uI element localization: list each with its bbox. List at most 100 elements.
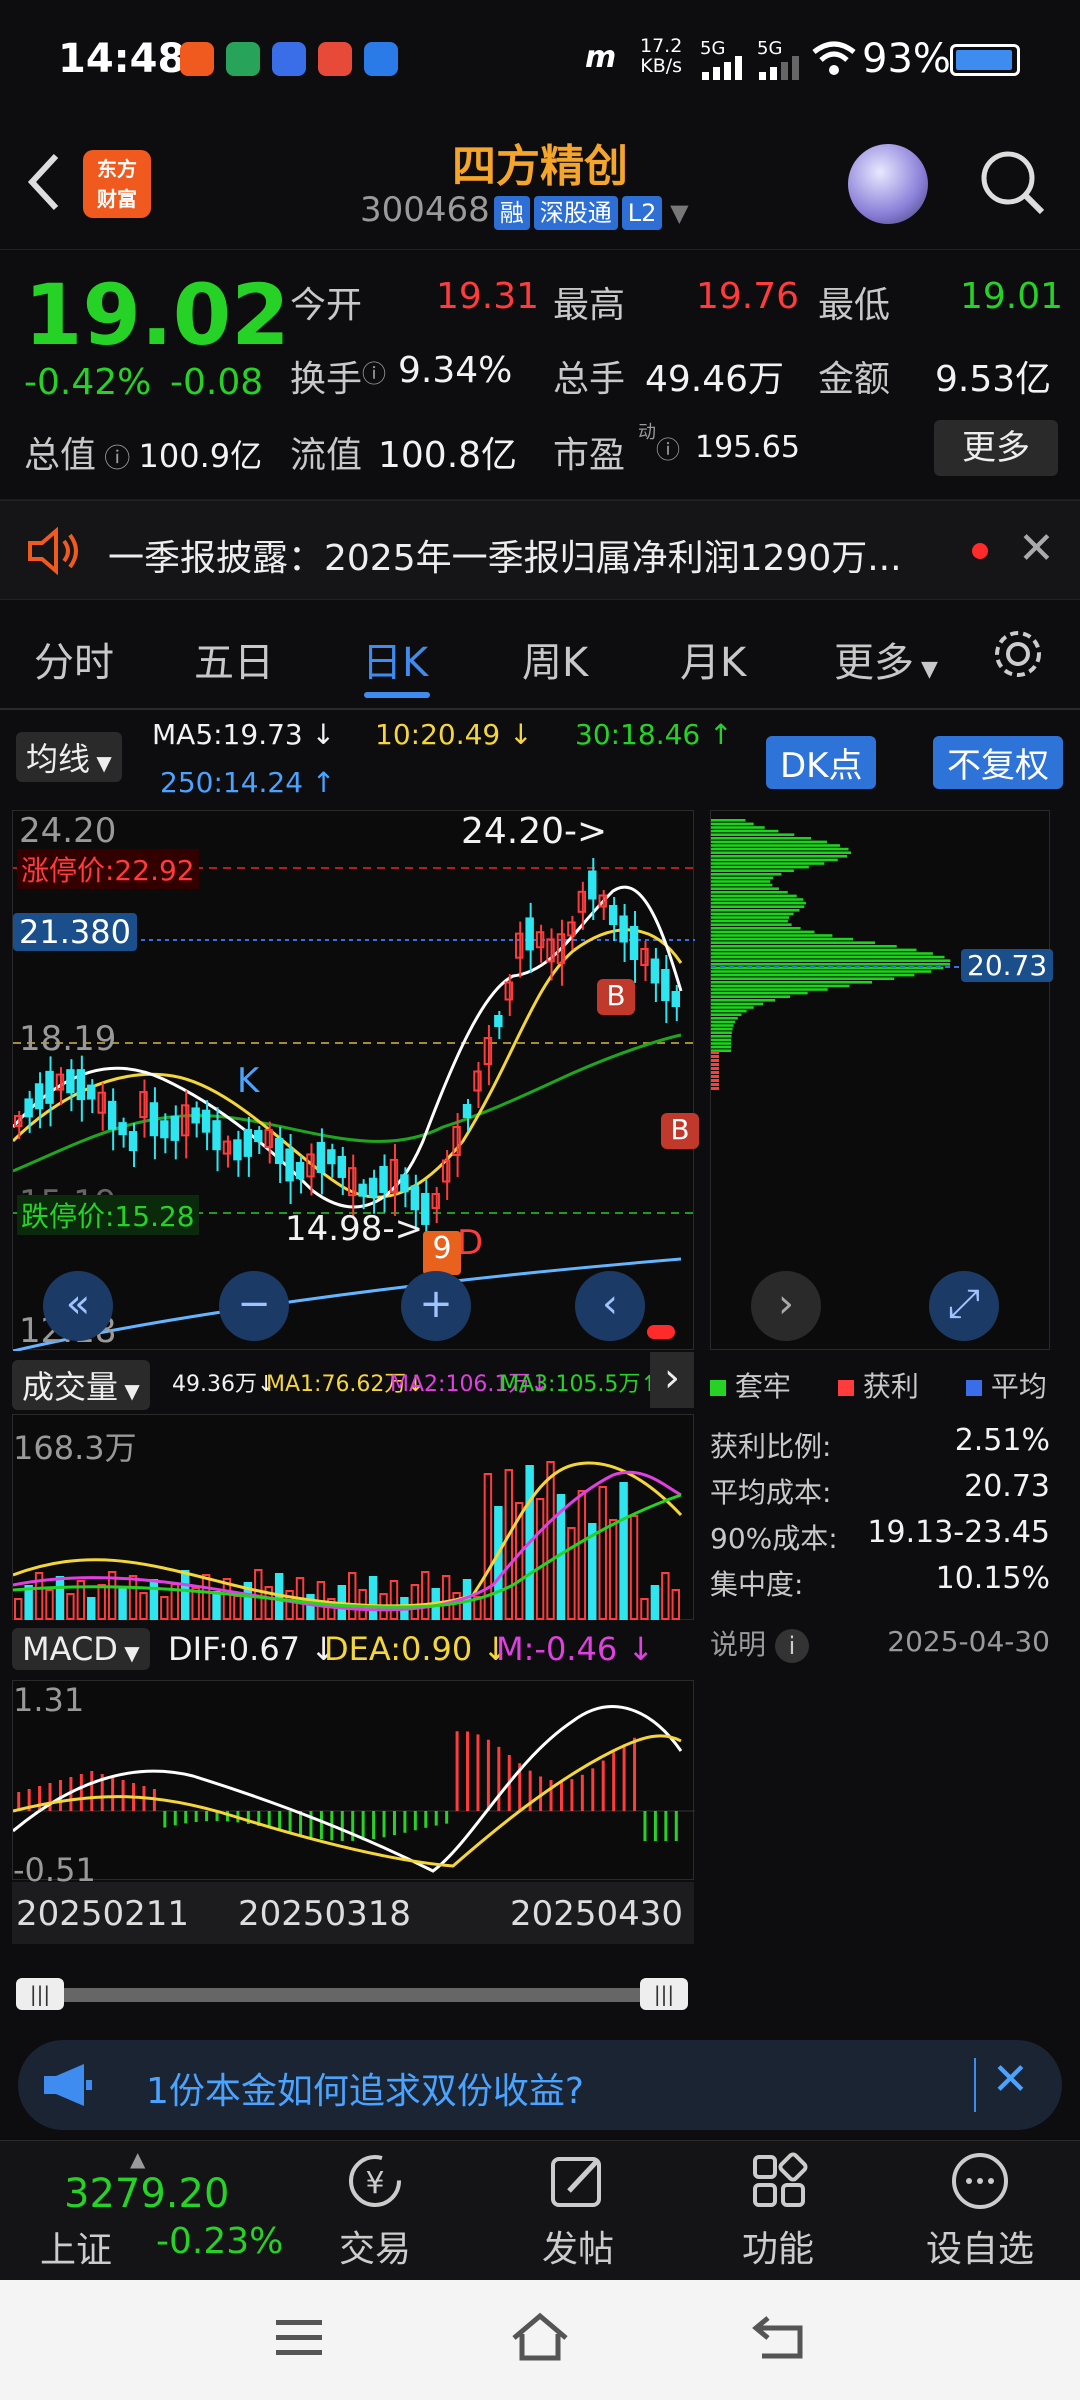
chip-distribution-panel[interactable]: 20.73 › ⤢ xyxy=(710,810,1054,1350)
chip-bar xyxy=(711,912,794,916)
volume-bar xyxy=(441,1575,451,1620)
scroll-left-fast-button[interactable]: « xyxy=(43,1271,113,1341)
range-slider-track[interactable] xyxy=(20,1988,688,2002)
tab-weekly-k[interactable]: 周K xyxy=(522,630,588,688)
tab-more[interactable]: 更多 ▼ xyxy=(834,630,938,688)
macd-bar xyxy=(570,1779,574,1811)
adjust-toggle-button[interactable]: 不复权 xyxy=(933,736,1063,789)
pe-info-icon[interactable]: ⓘ xyxy=(656,430,680,465)
volume-selector[interactable]: 成交量 ▼ xyxy=(12,1360,150,1410)
assistant-robot-icon[interactable] xyxy=(848,144,928,224)
date-mid: 20250318 xyxy=(238,1894,412,1934)
volume-label: 总手 xyxy=(553,359,626,400)
back-nav-icon[interactable] xyxy=(752,2312,808,2362)
candle-body xyxy=(45,1070,54,1104)
menu-icon[interactable] xyxy=(274,2316,324,2360)
nav-add-watchlist[interactable]: 设自选 xyxy=(910,2151,1050,2272)
macd-chart xyxy=(13,1705,695,1873)
avg-cost-tag: 20.73 xyxy=(961,949,1054,982)
pe-sup: 动 xyxy=(638,422,656,443)
candle-body xyxy=(191,1107,200,1124)
candle-body xyxy=(233,1139,242,1161)
chip-note-link[interactable]: 说明 i xyxy=(710,1623,809,1663)
search-icon[interactable] xyxy=(978,148,1048,218)
chip-bar xyxy=(711,887,779,890)
macd-bar xyxy=(434,1811,438,1826)
macd-selector[interactable]: MACD ▼ xyxy=(12,1628,150,1670)
chip-bar xyxy=(711,991,808,995)
nav-functions[interactable]: 功能 xyxy=(708,2151,848,2272)
turnover-label: 换手 xyxy=(290,359,363,400)
chip-bar xyxy=(711,995,791,998)
macd-bar xyxy=(184,1811,188,1824)
tab-five-day[interactable]: 五日 xyxy=(194,630,274,688)
home-icon[interactable] xyxy=(510,2310,570,2364)
chip-next-button[interactable]: › xyxy=(751,1271,821,1341)
nav-trade[interactable]: ¥ 交易 xyxy=(305,2151,445,2272)
scroll-left-button[interactable]: ‹ xyxy=(575,1271,645,1341)
chip-bar xyxy=(711,1038,732,1042)
change-pct: -0.42% xyxy=(24,362,152,403)
chip-bar xyxy=(711,1035,732,1038)
candle-body xyxy=(87,1084,96,1100)
buy-signal-badge-2[interactable]: B xyxy=(661,1113,699,1149)
chip-bar xyxy=(711,937,854,941)
tab-intraday[interactable]: 分时 xyxy=(34,630,114,688)
settings-gear-icon[interactable] xyxy=(990,626,1046,682)
expand-icon[interactable]: ⤢ xyxy=(929,1271,999,1341)
index-ticker[interactable]: ▲ 3279.20 上证 -0.23% xyxy=(40,2147,290,2277)
zoom-out-button[interactable]: − xyxy=(219,1271,289,1341)
nav-post[interactable]: 发帖 xyxy=(508,2151,648,2272)
kline-panel[interactable]: 24.20 涨停价:22.92 21.380 18.19 15.19 跌停价:1… xyxy=(12,810,699,1351)
tab-daily-k[interactable]: 日K xyxy=(362,630,428,688)
candle-body xyxy=(661,969,670,1001)
volume-bar xyxy=(389,1580,399,1620)
chip-bar xyxy=(711,988,828,991)
home-notify-icon xyxy=(226,42,260,76)
chip-bar xyxy=(711,822,754,826)
more-quote-button[interactable]: 更多 xyxy=(934,420,1058,476)
chip-bar xyxy=(711,941,876,944)
macd-dif: DIF:0.67 ↓ xyxy=(168,1630,338,1668)
ma-selector[interactable]: 均线 ▼ xyxy=(16,732,122,782)
chip-bar xyxy=(711,876,774,880)
close-notice-icon[interactable]: ✕ xyxy=(1018,523,1055,574)
candle-body xyxy=(201,1109,211,1133)
event-marker-dots[interactable] xyxy=(647,1325,675,1339)
chip-bar xyxy=(711,833,795,836)
volume-panel[interactable]: 168.3万 xyxy=(12,1414,694,1620)
chip-bar xyxy=(711,1020,736,1024)
avg-cost-value: 20.73 xyxy=(964,1469,1050,1504)
notification-icons xyxy=(180,42,398,76)
dk-point-button[interactable]: DK点 xyxy=(766,736,877,789)
buy-signal-badge[interactable]: B xyxy=(597,979,635,1015)
promo-banner[interactable]: 1份本金如何追求双份收益? ✕ xyxy=(18,2040,1062,2130)
candle-body xyxy=(379,1165,388,1193)
chip-bar xyxy=(711,945,897,948)
kline-chart xyxy=(13,858,695,1351)
battery-percent: 93% xyxy=(862,36,951,82)
legend-expand-button[interactable]: › xyxy=(650,1352,694,1408)
volume-bar xyxy=(629,1515,639,1620)
range-handle-right[interactable]: ||| xyxy=(640,1978,688,2010)
chip-bar xyxy=(711,847,849,851)
turnover-info-icon[interactable]: ⓘ xyxy=(362,354,386,389)
tab-active-indicator xyxy=(364,692,430,698)
chip-bar xyxy=(711,869,794,872)
megaphone-icon xyxy=(44,2064,92,2106)
chip-bar xyxy=(711,1002,764,1006)
candle-body xyxy=(671,991,680,1007)
low-annotation: 14.98-> xyxy=(285,1209,424,1249)
volume-bar xyxy=(201,1574,211,1620)
chip-bar xyxy=(711,1031,732,1034)
volume-bar xyxy=(421,1571,430,1620)
notice-text: 一季报披露：2025年一季报归属净利润1290万... xyxy=(108,538,902,579)
tab-monthly-k[interactable]: 月K xyxy=(680,630,746,688)
macd-panel[interactable]: 1.31 -0.51 xyxy=(12,1680,695,1889)
avg-cost-label: 平均成本: xyxy=(710,1476,832,1509)
close-promo-icon[interactable]: ✕ xyxy=(992,2054,1029,2105)
notice-bar[interactable]: 一季报披露：2025年一季报归属净利润1290万... ✕ xyxy=(0,500,1080,600)
macd-bar xyxy=(48,1783,52,1811)
zoom-in-button[interactable]: + xyxy=(401,1271,471,1341)
range-handle-left[interactable]: ||| xyxy=(16,1978,64,2010)
